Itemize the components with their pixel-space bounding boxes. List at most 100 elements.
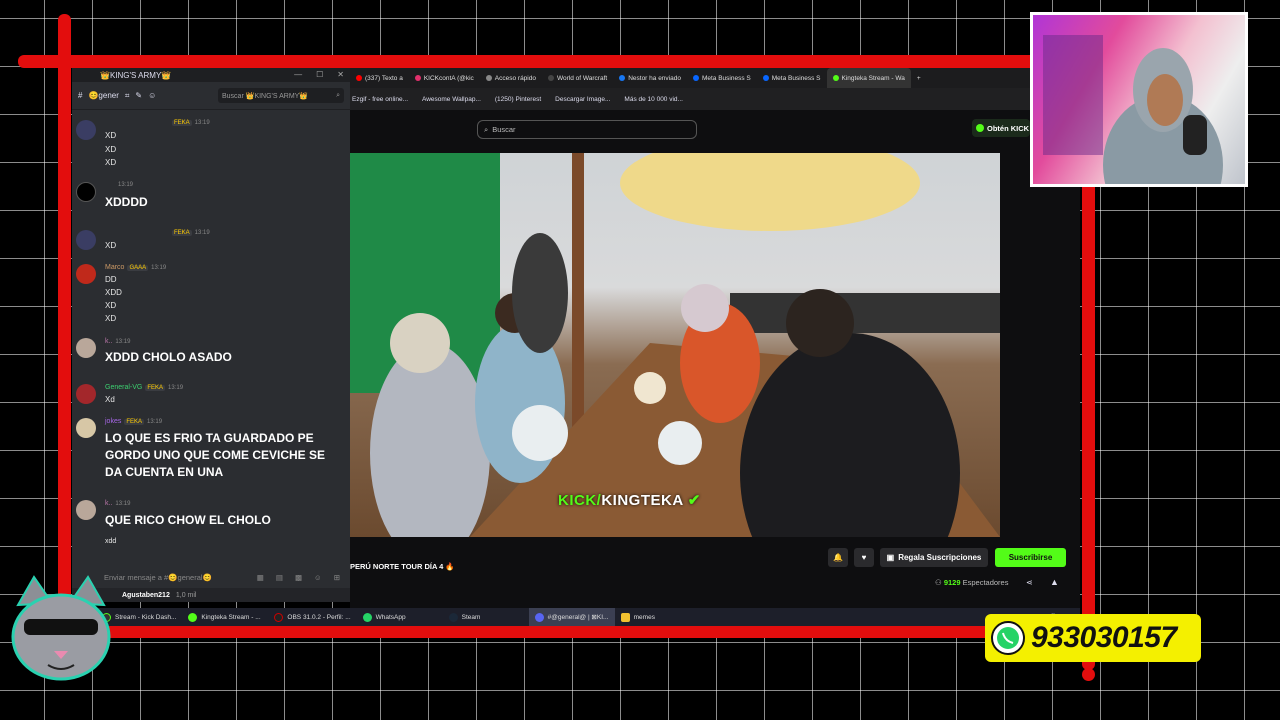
new-tab-icon[interactable]: +: [911, 75, 921, 82]
bookmark[interactable]: (1250) Pinterest: [495, 96, 541, 103]
avatar[interactable]: [76, 338, 96, 358]
message-text: XD: [105, 301, 117, 310]
report-icon[interactable]: ▲: [1050, 577, 1059, 587]
close-icon[interactable]: ✕: [337, 70, 344, 79]
gift-icon[interactable]: ▦: [257, 573, 264, 582]
bookmark[interactable]: Descargar Image...: [555, 96, 610, 103]
message-text: DD: [105, 275, 117, 284]
discord-search-input[interactable]: Buscar 👑KING'S ARMY👑 ⌕: [218, 88, 344, 103]
bookmark[interactable]: Más de 10 000 vid...: [624, 96, 683, 103]
timestamp: 13:19: [115, 500, 131, 507]
taskbar-item[interactable]: Steam: [443, 608, 529, 626]
gif-icon[interactable]: ▤: [276, 573, 283, 582]
role-badge: GAAA: [127, 264, 149, 271]
phone-number: 933030157: [1031, 621, 1177, 654]
role-badge: FEKA: [124, 418, 145, 425]
message-input[interactable]: Enviar mensaje a #😊general😊 ▦ ▤ ▩ ☺ ⊞: [78, 566, 344, 588]
username[interactable]: k..: [105, 500, 112, 507]
search-icon: ⌕: [336, 91, 340, 99]
frame-bar-top: [18, 55, 1083, 68]
red-dot: [1082, 668, 1095, 681]
apps-icon[interactable]: ⊞: [334, 573, 340, 582]
tab[interactable]: World of Warcraft: [542, 68, 613, 88]
timestamp: 13:19: [194, 230, 210, 236]
share-icon[interactable]: ⋖: [1026, 578, 1033, 587]
channel-name: 😊gener: [88, 91, 119, 100]
threads-icon[interactable]: ⌗: [125, 91, 130, 101]
avatar[interactable]: [76, 500, 96, 520]
follow-heart-button[interactable]: ♥: [854, 548, 874, 567]
members-icon[interactable]: ☺: [148, 91, 156, 100]
emoji-icon[interactable]: ☺: [314, 573, 322, 582]
taskbar-item-active[interactable]: #@general@ | ⊠KI...: [528, 608, 615, 626]
notification-bell-button[interactable]: 🔔: [828, 548, 848, 567]
kick-logo-icon: [976, 124, 984, 132]
username[interactable]: k..: [105, 338, 112, 345]
frame-bar-left: [58, 14, 71, 604]
message-text: XDD: [105, 288, 122, 297]
avatar[interactable]: [76, 120, 96, 140]
tab-active[interactable]: Kingteka Stream - Wa: [826, 68, 911, 88]
kick-search-input[interactable]: ⌕ Buscar: [477, 120, 697, 139]
message-text: XD: [105, 131, 117, 140]
minimize-icon[interactable]: —: [294, 70, 302, 79]
avatar[interactable]: [76, 230, 96, 250]
message-text: XDDDD: [105, 195, 148, 209]
stream-info-bar: PERÚ NORTE TOUR DÍA 4 🔥 🔔 ♥ ▣ Regala Susc…: [350, 540, 1080, 596]
search-icon: ⌕: [484, 124, 489, 134]
subscribe-button[interactable]: Suscribirse: [995, 548, 1066, 567]
taskbar-item[interactable]: WhatsApp: [357, 608, 443, 626]
tab[interactable]: Nestor ha enviado: [613, 68, 687, 88]
bookmarks-bar: Ezgif - free online... Awesome Wallpap..…: [350, 88, 1080, 110]
bookmark[interactable]: Ezgif - free online...: [352, 96, 408, 103]
person-cap: [390, 313, 450, 373]
stream-overlay-tag: KICK/KINGTEKA ✔: [558, 492, 701, 509]
message-text: XD: [105, 241, 117, 250]
role-badge: FEKA: [172, 120, 192, 126]
railing: [730, 293, 1000, 333]
stream-title: PERÚ NORTE TOUR DÍA 4 🔥: [350, 562, 455, 571]
taskbar-item[interactable]: Kingteka Stream - ...: [182, 608, 268, 626]
stream-video-player[interactable]: KICK/KINGTEKA ✔: [350, 153, 1000, 537]
verified-icon: ✔: [687, 492, 701, 509]
message-text: LO QUE ES FRIO TA GUARDADO PE GORDO UNO …: [105, 431, 326, 479]
taskbar-item[interactable]: OBS 31.0.2 - Perfil: ...: [268, 608, 356, 626]
bookmark[interactable]: Awesome Wallpap...: [422, 96, 481, 103]
timestamp: 13:19: [168, 384, 184, 391]
tab[interactable]: Meta Business S: [757, 68, 827, 88]
tab[interactable]: Acceso rápido: [480, 68, 542, 88]
timestamp: 13:19: [151, 264, 167, 271]
avatar[interactable]: [76, 418, 96, 438]
message-text: XD: [105, 158, 117, 167]
plate: [512, 405, 568, 461]
person-head: [681, 284, 729, 332]
tab[interactable]: (337) Texto a: [350, 68, 409, 88]
message-text: XD: [105, 145, 117, 154]
viewer-count: ⚇ 9129 Espectadores: [935, 578, 1009, 587]
avatar[interactable]: [76, 182, 96, 202]
viewers-icon: ⚇: [935, 578, 944, 587]
pin-icon[interactable]: ✎: [135, 91, 142, 100]
whatsapp-contact-banner: 933030157: [985, 614, 1201, 662]
username[interactable]: Marco: [105, 264, 124, 271]
current-username[interactable]: Agustaben212: [122, 592, 170, 599]
tab[interactable]: KICKcontA (@kic: [409, 68, 480, 88]
streamer-face: [1147, 74, 1183, 126]
gift-subs-button[interactable]: ▣ Regala Suscripciones: [880, 548, 988, 567]
stream-background-grid: 👑KING'S ARMY👑 — ☐ ✕ # 😊gener ⌗ ✎ ☺ Buscar …: [0, 0, 1280, 720]
timestamp: 13:19: [118, 182, 134, 188]
hash-icon: #: [78, 91, 83, 100]
discord-titlebar: 👑KING'S ARMY👑 — ☐ ✕: [72, 68, 350, 82]
username[interactable]: General-VG: [105, 384, 142, 391]
maximize-icon[interactable]: ☐: [316, 70, 323, 79]
role-badge: FEKA: [172, 230, 192, 236]
avatar[interactable]: [76, 384, 96, 404]
get-kick-button[interactable]: Obtén KICK: [972, 119, 1030, 137]
avatar[interactable]: [76, 264, 96, 284]
taskbar-item[interactable]: memes: [615, 608, 701, 626]
username[interactable]: jokes: [105, 418, 121, 425]
message-text: QUE RICO CHOW EL CHOLO: [105, 513, 271, 527]
tab[interactable]: Meta Business S: [687, 68, 757, 88]
sticker-icon[interactable]: ▩: [295, 573, 302, 582]
message-text: XDDD CHOLO ASADO: [105, 350, 232, 364]
